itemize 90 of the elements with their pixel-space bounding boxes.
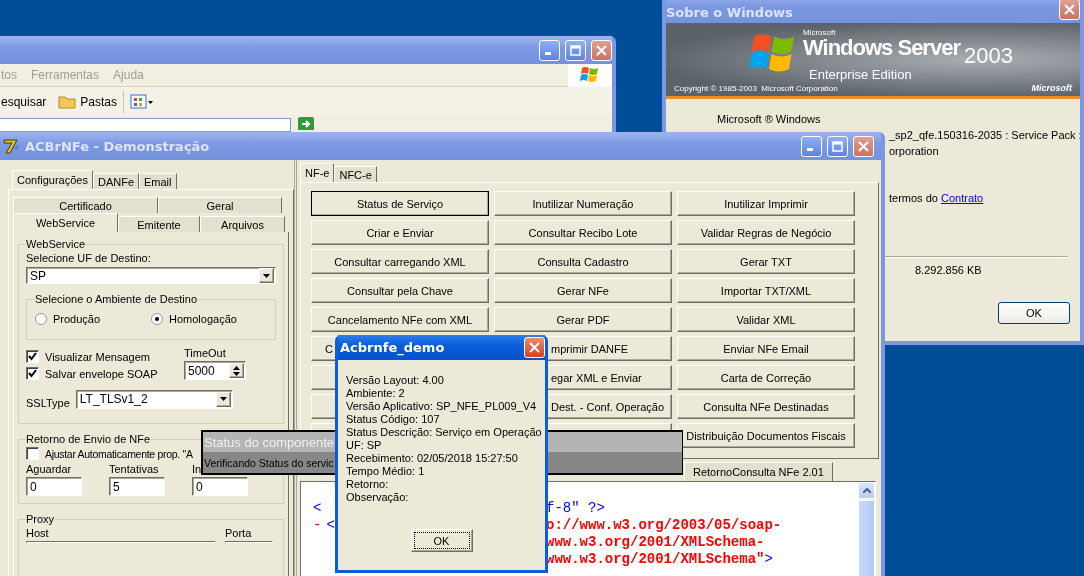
input-field[interactable]: 0 bbox=[192, 477, 248, 496]
group-title: WebService bbox=[26, 238, 86, 250]
action-button[interactable]: Carta de Correção bbox=[677, 365, 855, 390]
message-text: Retorno: bbox=[346, 478, 390, 491]
action-button[interactable]: Consultar carregando XML bbox=[311, 249, 489, 274]
radio-label: Produção bbox=[53, 313, 101, 325]
action-button[interactable]: Consultar pela Chave bbox=[311, 278, 489, 303]
message-text: Tempo Médio: 1 bbox=[346, 465, 426, 478]
product-name: Windows Server bbox=[803, 37, 960, 59]
message-text: Versão Layout: 4.00 bbox=[346, 374, 445, 387]
xml-text: - bbox=[313, 517, 322, 534]
field-label: TimeOut bbox=[184, 347, 227, 359]
field-label: Host bbox=[26, 527, 50, 539]
message-text: Recebimento: 02/05/2018 15:27:50 bbox=[346, 452, 519, 465]
action-button[interactable]: Inutilizar Imprimir bbox=[677, 191, 855, 216]
copyright-text: Copyright © 1985-2003 Microsoft Corporation bbox=[674, 84, 838, 93]
radio-label: Homologação bbox=[169, 313, 237, 325]
about-text: Microsoft ® Windows bbox=[717, 112, 821, 127]
dropdown-field[interactable]: LT_TLSv1_2 bbox=[75, 389, 233, 409]
action-button[interactable]: Gerar TXT bbox=[677, 249, 855, 274]
license-link[interactable]: Contrato bbox=[941, 192, 984, 204]
action-button[interactable]: Validar Regras de Negócio bbox=[677, 220, 855, 245]
search-button[interactable]: esquisar bbox=[1, 94, 47, 109]
message-text: Status Código: 107 bbox=[346, 413, 441, 426]
status-message: Verificando Status do servic bbox=[204, 456, 334, 469]
tab[interactable]: RetornoConsulta NFe 2.01 bbox=[684, 462, 833, 481]
spin-field[interactable]: 5000 bbox=[184, 361, 246, 380]
about-text: _sp2_qfe.150316-2035 : Service Pack : bbox=[889, 128, 1080, 143]
tab[interactable]: DANFe bbox=[92, 173, 139, 189]
action-button[interactable]: Consultar Recibo Lote bbox=[494, 220, 672, 245]
edition-text: Enterprise Edition bbox=[809, 67, 913, 82]
field-label: Porta bbox=[225, 527, 253, 539]
action-button[interactable]: Gerar NFe bbox=[494, 278, 672, 303]
product-version: 2003 bbox=[963, 45, 1013, 67]
action-button[interactable]: Distribuição Documentos Fiscais bbox=[677, 423, 855, 448]
tab[interactable]: Arquivos bbox=[200, 216, 285, 232]
ok-button[interactable]: OK bbox=[410, 529, 473, 552]
window-title: Sobre o Windows bbox=[666, 5, 794, 20]
action-button[interactable]: Cancelamento NFe com XML bbox=[311, 307, 489, 332]
message-text: UF: SP bbox=[346, 439, 383, 452]
tab[interactable]: Emitente bbox=[118, 216, 200, 232]
group-title: Retorno de Envio de NFe bbox=[26, 433, 151, 445]
action-button[interactable]: Consulta Cadastro bbox=[494, 249, 672, 274]
action-button[interactable]: Inutilizar Numeração bbox=[494, 191, 672, 216]
tab[interactable]: Email bbox=[139, 173, 177, 189]
xml-text: o://www.w3.org/2003/05/soap- bbox=[546, 517, 782, 534]
tab[interactable]: NF-e bbox=[300, 163, 335, 182]
tab[interactable]: Certificado bbox=[13, 197, 158, 213]
action-button[interactable]: Enviar NFe Email bbox=[677, 336, 855, 361]
maker-text: Microsoft bbox=[803, 29, 837, 37]
message-text: Ambiente: 2 bbox=[346, 387, 406, 400]
dialog-title: Acbrnfe_demo bbox=[340, 340, 446, 355]
group-title: Proxy bbox=[26, 513, 55, 525]
group-title: Selecione o Ambiente de Destino bbox=[35, 293, 198, 305]
checkbox-label: Ajustar Automaticamente prop. "A bbox=[45, 447, 193, 460]
action-button[interactable]: Consulta NFe Destinadas bbox=[677, 394, 855, 419]
status-title: Status do componente bbox=[204, 434, 335, 450]
xml-text: www.w3.org/2001/XMLSchema" bbox=[546, 551, 765, 568]
memory-text: 8.292.856 KB bbox=[915, 264, 982, 276]
tab[interactable]: NFC-e bbox=[334, 166, 377, 182]
about-text: orporation bbox=[889, 144, 939, 159]
xml-text: < bbox=[326, 517, 335, 534]
action-button[interactable]: Importar TXT/XML bbox=[677, 278, 855, 303]
xml-text: < bbox=[313, 500, 322, 517]
folders-button[interactable]: Pastas bbox=[52, 90, 125, 113]
input-field[interactable]: 5 bbox=[109, 477, 165, 496]
tab[interactable]: Configurações bbox=[12, 170, 93, 189]
input-field[interactable]: 0 bbox=[26, 477, 82, 496]
maker-logo: Microsoft bbox=[1031, 83, 1072, 93]
field-label: SSLType bbox=[26, 397, 70, 409]
action-button[interactable]: Status de Serviço bbox=[311, 191, 489, 216]
xml-text: www.w3.org/2001/XMLSchema- bbox=[546, 534, 765, 551]
tab[interactable]: WebService bbox=[13, 213, 118, 232]
xml-text: f-8" ?> bbox=[546, 500, 605, 517]
checkbox-label: Salvar envelope SOAP bbox=[45, 367, 158, 380]
tab[interactable]: Geral bbox=[158, 197, 282, 213]
field-label: Selecione UF de Destino: bbox=[26, 252, 152, 264]
checkbox-label: Visualizar Mensagem bbox=[45, 350, 150, 363]
message-text: Observação: bbox=[346, 491, 410, 504]
action-button[interactable]: Validar XML bbox=[677, 307, 855, 332]
ok-button[interactable]: OK bbox=[998, 302, 1070, 324]
action-button[interactable]: Gerar PDF bbox=[494, 307, 672, 332]
action-button[interactable]: Criar e Enviar bbox=[311, 220, 489, 245]
window-title: ACBrNFe - Demonstração bbox=[25, 138, 211, 154]
xml-text: > bbox=[764, 551, 773, 568]
message-text: Status Descrição: Serviço em Operação bbox=[346, 426, 543, 439]
field-label: Aguardar bbox=[26, 463, 73, 475]
dropdown-field[interactable]: SP bbox=[26, 267, 276, 284]
license-text: termos do Contrato bbox=[889, 192, 984, 204]
field-label: Tentativas bbox=[109, 463, 160, 475]
